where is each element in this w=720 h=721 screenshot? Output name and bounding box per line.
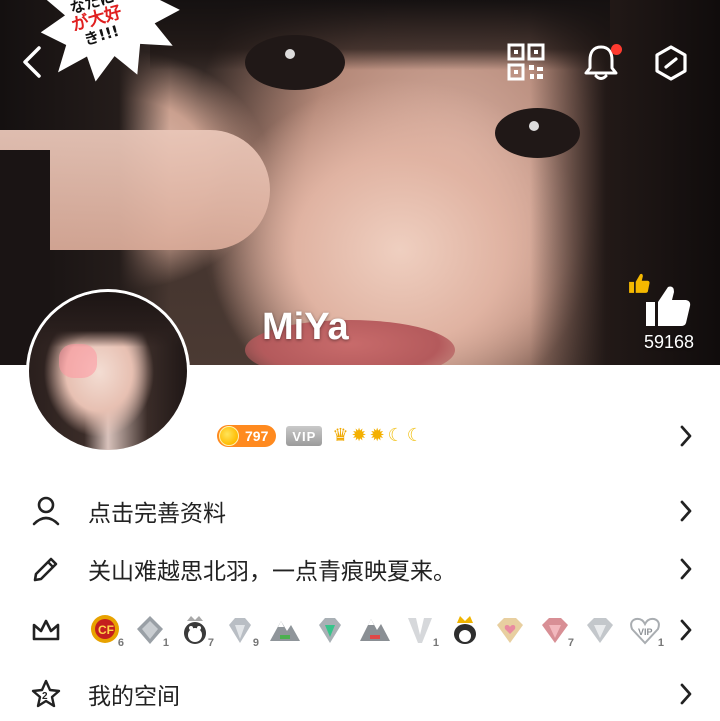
mountain-medal [268,613,302,647]
penguin-crown-medal [448,613,482,647]
crown-outline-icon [30,614,62,646]
back-button[interactable] [14,42,50,82]
settings-button[interactable] [650,42,692,84]
medal-num: 6 [117,637,124,649]
my-space-label: 我的空间 [88,684,180,710]
silver-gem-medal [583,613,617,647]
user-icon [30,495,62,527]
coin-icon [219,426,239,446]
like-count: 59168 [643,332,695,352]
emerald-medal [313,613,347,647]
edit-profile-label: 点击完善资料 [88,501,226,527]
ruby-medal: 7 [538,613,574,649]
penguin-medal: 7 [178,613,214,649]
crown-icon: ♛ [332,425,349,446]
cover-eye-left [245,35,345,90]
svg-text:VIP: VIP [638,627,653,637]
like-button[interactable] [624,270,696,330]
svg-text:2: 2 [42,691,48,702]
chevron-right-icon [680,500,692,522]
notifications-button[interactable] [578,40,624,84]
avatar-bangs [29,292,187,347]
hexagon-settings-icon [655,45,687,81]
sun-icon: ✹ [369,425,385,446]
medal-num: 1 [432,637,439,649]
chevron-right-icon[interactable] [679,424,693,448]
avatar-cheek-sticker [59,344,97,378]
medal-num: 7 [567,637,574,649]
coin-count: 797 [245,428,269,444]
row-edit-profile[interactable]: 点击完善资料 [0,485,720,537]
avatar[interactable] [26,289,190,453]
chevron-right-icon [680,619,692,641]
row-my-space[interactable]: 2 我的空间 [0,668,720,720]
row-medals[interactable]: CF 6 1 7 9 1 7 VIP 1 [0,604,720,656]
v-medal: 1 [403,613,439,649]
cf-medal: CF 6 [88,613,124,649]
diamond-medal: 9 [223,613,259,649]
heart-gem-medal [493,613,527,647]
qr-code-button[interactable] [505,42,547,82]
pencil-icon [30,553,62,585]
star-outline-icon: 2 [30,678,62,710]
mountain-medal-2 [358,613,392,647]
vip-badge[interactable]: VIP [286,426,323,446]
notification-dot [611,44,622,55]
qr-code-icon [507,43,545,81]
rank-medal-1: 1 [133,613,169,649]
vip-heart-medal: VIP 1 [628,613,664,649]
medal-num: 9 [252,637,259,649]
chevron-right-icon [680,683,692,705]
avatar-image [29,292,187,450]
coin-badge[interactable]: 797 [217,425,277,447]
moon-icon: ☾ [406,425,423,446]
row-signature[interactable]: 关山难越思北羽，一点青痕映夏来。 [0,543,720,595]
chevron-left-icon [23,46,41,78]
qq-level-icons[interactable]: ♛ ✹ ✹ ☾ ☾ [332,426,423,446]
medal-num: 7 [207,637,214,649]
medal-num: 1 [657,637,664,649]
moon-icon: ☾ [387,425,404,446]
chevron-right-icon [680,558,692,580]
thumbs-up-icon [629,273,691,326]
cover-eye-right [495,108,580,158]
medal-list[interactable]: CF 6 1 7 9 1 7 VIP 1 [88,613,664,649]
signature-text: 关山难越思北羽，一点青痕映夏来。 [88,559,456,585]
svg-text:CF: CF [98,623,114,637]
medal-num: 1 [162,637,169,649]
nickname: MiYa [262,306,349,348]
sun-icon: ✹ [351,425,367,446]
profile-badges-row[interactable]: 797 VIP ♛ ✹ ✹ ☾ ☾ [217,424,423,448]
